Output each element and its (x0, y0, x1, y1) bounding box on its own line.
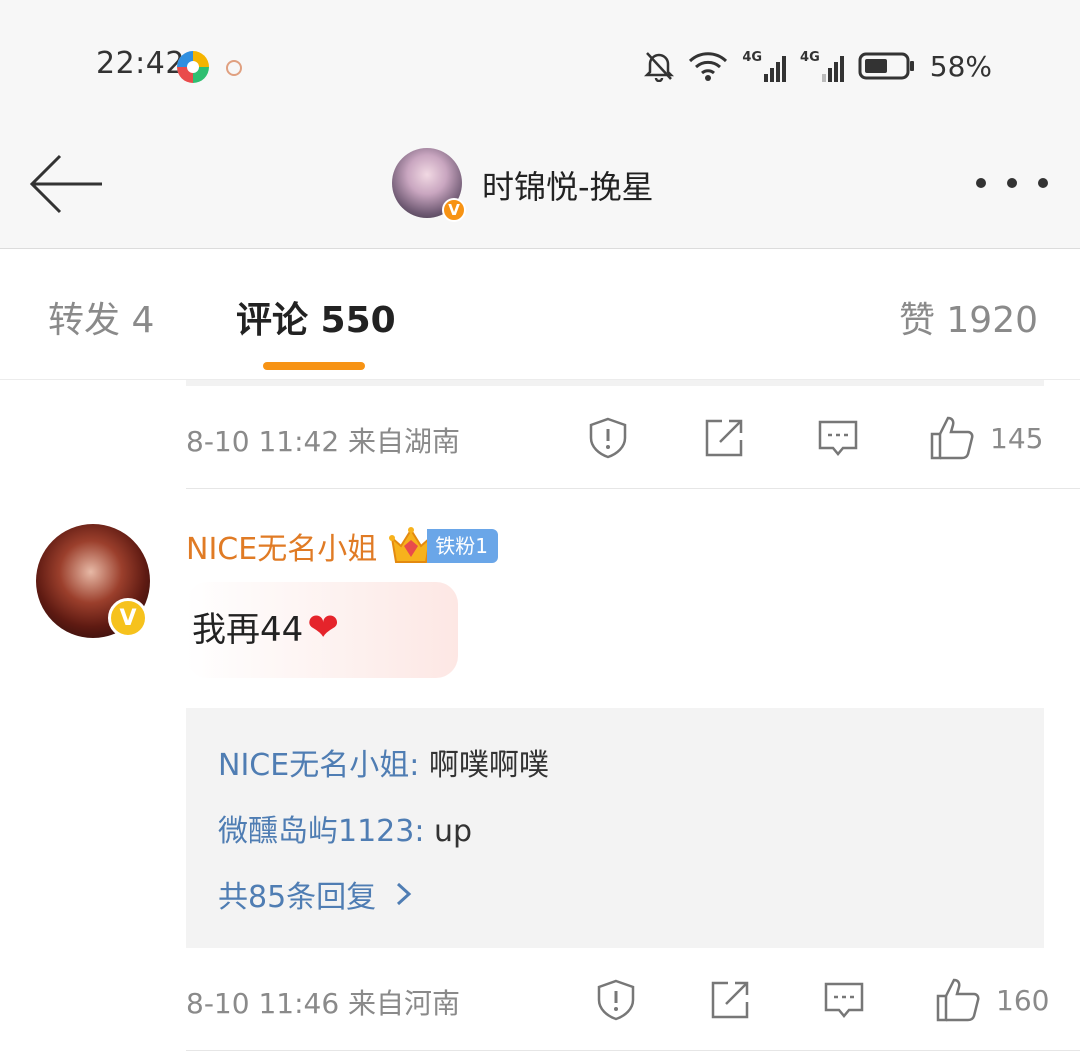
chevron-right-icon (397, 882, 412, 906)
fan-badge-label: 铁粉1 (427, 529, 498, 563)
reply-text: 啊噗啊噗 (428, 748, 549, 783)
signal-icon-1: 4G (742, 50, 787, 82)
more-replies-label: 共85条回复 (218, 880, 377, 915)
reply-preview-box[interactable]: NICE无名小姐: 啊噗啊噗 微醺岛屿1123: up 共85条回复 (186, 708, 1044, 948)
like-button[interactable]: 145 (928, 412, 1043, 464)
reply-username[interactable]: NICE无名小姐 (218, 748, 409, 783)
app-notification-icon (177, 51, 209, 83)
header-title[interactable]: 时锦悦-挽星 (482, 162, 654, 208)
report-shield-icon[interactable] (586, 416, 630, 460)
thumbs-up-icon (930, 416, 974, 460)
dot-icon (1007, 178, 1017, 188)
fan-badge[interactable]: 铁粉1 (389, 527, 498, 564)
commenter-avatar[interactable]: V (36, 524, 152, 640)
share-icon[interactable] (708, 978, 752, 1022)
comment-text: 我再44 ❤ (192, 602, 339, 651)
top-header: V 时锦悦-挽星 (0, 120, 1080, 249)
thumbs-up-icon (936, 978, 980, 1022)
comment-meta-row: 8-10 11:46 来自河南 160 (186, 970, 1049, 1030)
battery-icon (858, 52, 914, 80)
heart-emoji-icon: ❤ (307, 604, 340, 649)
active-tab-indicator (263, 362, 365, 370)
header-avatar[interactable]: V (392, 148, 466, 222)
like-button[interactable]: 160 (934, 974, 1049, 1026)
comment-time-location: 8-10 11:46 来自河南 (186, 987, 461, 1020)
verified-badge-icon: V (108, 598, 148, 638)
comment-text-content: 我再44 (192, 610, 304, 650)
status-indicators: 4G 4G 58% (644, 46, 992, 86)
comment-icon[interactable] (816, 416, 860, 460)
divider (186, 1050, 1080, 1051)
report-shield-icon[interactable] (594, 978, 638, 1022)
comment-time-location: 8-10 11:42 来自湖南 (186, 425, 461, 458)
tab-like[interactable]: 赞 1920 (899, 291, 1038, 343)
back-button[interactable] (28, 148, 108, 220)
more-options-button[interactable] (976, 168, 1048, 198)
view-all-replies-link[interactable]: 共85条回复 (218, 872, 414, 916)
verified-badge-icon: V (442, 198, 466, 222)
reply-text: up (434, 814, 473, 849)
comment-icon[interactable] (822, 978, 866, 1022)
comment-meta-row: 8-10 11:42 来自湖南 145 (186, 408, 1044, 468)
tab-comment[interactable]: 评论 550 (236, 291, 396, 343)
reply-username[interactable]: 微醺岛屿1123 (218, 814, 414, 849)
dot-icon (1038, 178, 1048, 188)
tab-bar: 转发 4 评论 550 赞 1920 (0, 249, 1080, 380)
dot-icon (976, 178, 986, 188)
comment-user-row: NICE无名小姐 铁粉1 (186, 524, 498, 568)
divider (186, 488, 1080, 489)
divider (186, 380, 1044, 386)
mute-bell-icon (644, 52, 675, 82)
signal-icon-2: 4G (800, 50, 844, 82)
wifi-icon (689, 52, 728, 81)
status-bar: 22:42 4G 4G 58% (0, 0, 1080, 120)
back-arrow-icon (29, 154, 102, 214)
comment-username[interactable]: NICE无名小姐 (186, 524, 377, 568)
battery-percent: 58% (929, 49, 992, 83)
status-time: 22:42 (96, 46, 185, 81)
like-count: 145 (990, 421, 1044, 455)
app-notification-icon-2 (226, 60, 242, 76)
tab-repost[interactable]: 转发 4 (48, 291, 154, 343)
reply-item: NICE无名小姐: 啊噗啊噗 (218, 748, 549, 783)
like-count: 160 (996, 983, 1050, 1017)
reply-item: 微醺岛屿1123: up (218, 814, 473, 849)
share-icon[interactable] (702, 416, 746, 460)
